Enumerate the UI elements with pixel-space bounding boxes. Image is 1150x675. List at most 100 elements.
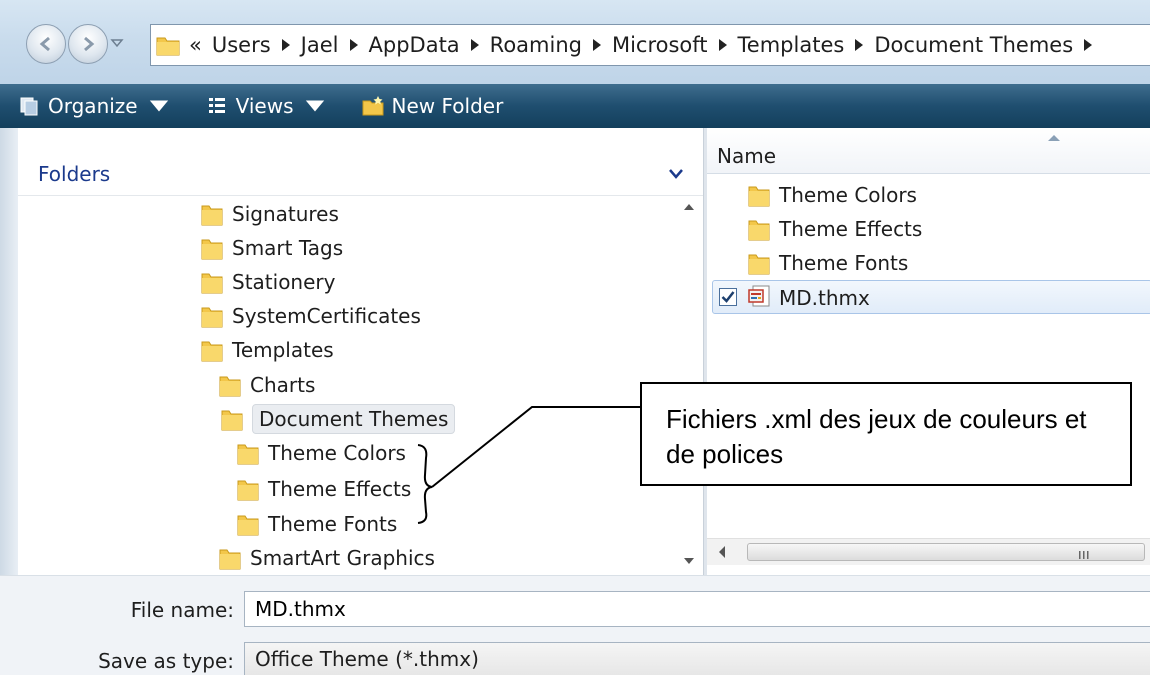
tree-item-signatures[interactable]: Signatures: [200, 196, 339, 232]
folder-icon: [221, 410, 243, 431]
tree-item-templates[interactable]: Templates: [200, 332, 334, 368]
file-list-item-theme-colors[interactable]: Theme Colors: [747, 178, 917, 212]
save-as-dialog: « Users Jael AppData Roaming Microsoft T…: [0, 0, 1150, 675]
folders-header-label: Folders: [38, 162, 111, 186]
breadcrumb-separator-icon[interactable]: [349, 38, 359, 52]
tree-item-label: Charts: [250, 373, 316, 397]
file-name-field-label: File name:: [130, 598, 234, 622]
new-folder-label: New Folder: [391, 94, 504, 118]
callout-text: Fichiers .xml des jeux de couleurs et de…: [666, 404, 1087, 469]
forward-arrow-icon: [84, 36, 95, 52]
tree-item-label: Theme Fonts: [268, 512, 398, 536]
recent-pages-dropdown-icon[interactable]: [110, 36, 124, 50]
organize-label: Organize: [48, 94, 138, 118]
folder-icon: [237, 515, 259, 536]
breadcrumb-document-themes[interactable]: Document Themes: [864, 33, 1093, 57]
tree-item-label: Document Themes: [252, 404, 456, 434]
tree-item-theme-effects[interactable]: Theme Effects: [236, 471, 411, 507]
breadcrumb-separator-icon[interactable]: [718, 38, 728, 52]
views-icon: [208, 98, 225, 113]
breadcrumb-roaming[interactable]: Roaming: [480, 33, 602, 57]
tree-item-document-themes[interactable]: Document Themes: [214, 401, 456, 437]
theme-file-icon: [748, 285, 770, 307]
tree-item-label: Templates: [232, 338, 334, 362]
folder-icon: [748, 220, 770, 241]
chevron-down-icon: [305, 100, 324, 112]
file-name-input[interactable]: [244, 591, 1150, 627]
folder-icon: [219, 549, 241, 570]
address-bar-region: « Users Jael AppData Roaming Microsoft T…: [0, 0, 1150, 84]
name-column-header[interactable]: Name: [707, 128, 1150, 174]
folder-icon: [748, 254, 770, 275]
views-button[interactable]: Views: [206, 94, 334, 118]
breadcrumb-separator-icon[interactable]: [854, 38, 864, 52]
scroll-down-arrow-icon[interactable]: [684, 558, 694, 564]
scroll-left-arrow-icon[interactable]: [717, 545, 727, 559]
tree-item-label: Theme Effects: [268, 477, 412, 501]
save-as-type-label: Save as type:: [98, 649, 234, 673]
folder-icon: [219, 376, 241, 397]
file-list-pane: Name Theme Colors Theme Effects Theme Fo…: [707, 128, 1150, 575]
save-as-type-value: Office Theme (*.thmx): [255, 647, 479, 671]
breadcrumb-templates[interactable]: Templates: [728, 33, 865, 57]
folder-icon: [237, 480, 259, 501]
tree-item-label: Signatures: [232, 202, 339, 226]
tree-item-label: SystemCertificates: [232, 304, 421, 328]
file-name-label: MD.thmx: [779, 286, 870, 310]
organize-icon: [20, 97, 38, 116]
tree-item-charts[interactable]: Charts: [218, 367, 315, 403]
breadcrumb-separator-icon[interactable]: [1083, 38, 1093, 52]
folder-icon: [201, 273, 223, 294]
save-form: File name: Save as type: Office Theme (*…: [0, 575, 1150, 675]
tree-item-label: Theme Colors: [268, 441, 406, 465]
forward-button[interactable]: [68, 24, 108, 64]
folder-icon: [748, 186, 770, 207]
tree-item-label: SmartArt Graphics: [250, 546, 435, 570]
folder-tree-pane: Folders Signatures Smart Tags Stationery…: [18, 140, 703, 575]
breadcrumb-appdata[interactable]: AppData: [359, 33, 480, 57]
tree-item-stationery[interactable]: Stationery: [200, 264, 335, 300]
back-arrow-icon: [39, 36, 50, 52]
breadcrumb-separator-icon[interactable]: [281, 38, 291, 52]
tree-item-smartart-graphics[interactable]: SmartArt Graphics: [218, 540, 435, 576]
breadcrumb-users[interactable]: Users: [202, 33, 291, 57]
folder-icon: [201, 341, 223, 362]
tree-item-theme-fonts[interactable]: Theme Fonts: [236, 506, 397, 542]
tree-item-smart-tags[interactable]: Smart Tags: [200, 230, 343, 266]
tree-item-theme-colors[interactable]: Theme Colors: [236, 435, 406, 471]
file-list-item-md-thmx[interactable]: [712, 280, 1150, 314]
organize-button[interactable]: Organize: [18, 94, 178, 118]
file-list-item-label: Theme Colors: [779, 183, 917, 207]
breadcrumb-jael[interactable]: Jael: [291, 33, 359, 57]
breadcrumb-separator-icon[interactable]: [592, 38, 602, 52]
sort-ascending-icon: [1048, 135, 1060, 141]
name-column-label: Name: [717, 144, 777, 168]
folder-icon: [201, 239, 223, 260]
address-bar[interactable]: « Users Jael AppData Roaming Microsoft T…: [150, 24, 1150, 66]
file-list-item-label: Theme Effects: [779, 217, 923, 241]
save-as-type-select[interactable]: Office Theme (*.thmx): [244, 642, 1150, 675]
folder-icon: [201, 205, 223, 226]
chevron-down-icon: [149, 100, 168, 112]
address-overflow-chevron[interactable]: «: [189, 33, 202, 57]
file-list-item-theme-effects[interactable]: Theme Effects: [747, 212, 922, 246]
folder-icon: [201, 307, 223, 328]
scroll-up-arrow-icon[interactable]: [684, 204, 694, 210]
chevron-down-icon[interactable]: [668, 168, 684, 180]
breadcrumb-separator-icon[interactable]: [470, 38, 480, 52]
new-folder-button[interactable]: New Folder: [362, 94, 504, 118]
file-list-horizontal-scrollbar[interactable]: [707, 538, 1150, 565]
folders-header[interactable]: Folders: [18, 150, 703, 196]
navigation-pane-edge: [0, 128, 18, 575]
scrollbar-thumb[interactable]: [747, 543, 1145, 561]
breadcrumb-microsoft[interactable]: Microsoft: [602, 33, 728, 57]
file-list-item-theme-fonts[interactable]: Theme Fonts: [747, 246, 908, 280]
callout-box: Fichiers .xml des jeux de couleurs et de…: [640, 382, 1132, 486]
back-button[interactable]: [26, 24, 66, 64]
folder-icon: [237, 444, 259, 465]
item-checkbox[interactable]: [719, 288, 737, 306]
tree-item-systemcertificates[interactable]: SystemCertificates: [200, 298, 421, 334]
tree-item-label: Stationery: [232, 270, 336, 294]
command-toolbar: Organize Views New Folder: [0, 84, 1150, 128]
views-label: Views: [235, 94, 294, 118]
